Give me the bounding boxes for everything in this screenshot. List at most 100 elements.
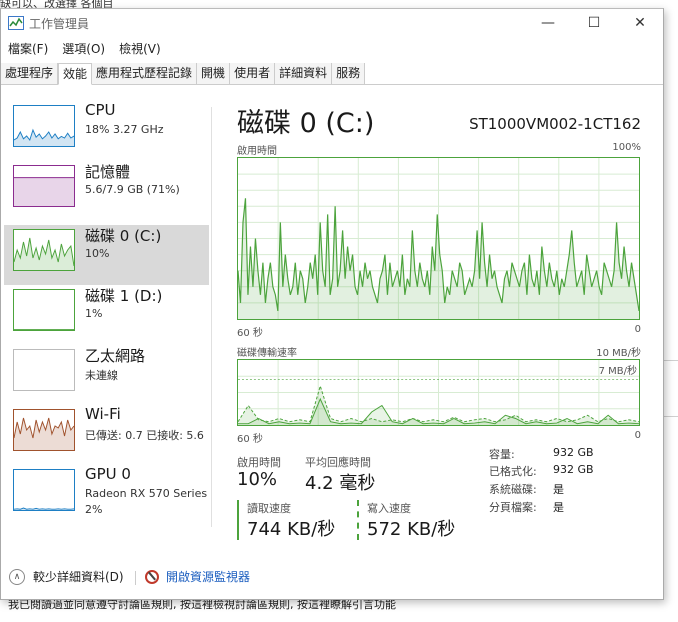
title-bar[interactable]: 工作管理員 — ☐ ✕: [1, 9, 663, 37]
resource-item-cpu[interactable]: CPU 18% 3.27 GHz: [4, 101, 209, 161]
tab-app-history[interactable]: 應用程式歷程記錄: [92, 63, 198, 84]
resource-detail: 未連線: [85, 369, 118, 382]
resource-name: CPU: [85, 101, 116, 119]
active-time-stat-value: 10%: [237, 469, 278, 490]
resource-detail: 10%: [85, 247, 110, 260]
resource-item-disk-0[interactable]: 磁碟 0 (C:) 10%: [4, 225, 209, 285]
minimize-icon: —: [541, 15, 555, 31]
memory-thumbnail-graph: [13, 165, 75, 207]
capacity-value: 932 GB: [553, 446, 594, 459]
quote-help-link[interactable]: 按這裡瞭解引言功能: [297, 600, 396, 611]
avg-response-stat-label: 平均回應時間: [305, 456, 371, 469]
close-button[interactable]: ✕: [617, 9, 663, 37]
menu-bar: 檔案(F) 選項(O) 檢視(V): [1, 39, 168, 59]
menu-view[interactable]: 檢視(V): [112, 39, 168, 59]
resource-item-ethernet[interactable]: 乙太網路 未連線: [4, 345, 209, 405]
fewer-details-label: 較少詳細資料(D): [33, 570, 124, 584]
tab-startup[interactable]: 開機: [197, 63, 231, 84]
wifi-thumbnail-graph: [13, 409, 75, 451]
resource-name: 乙太網路: [85, 347, 146, 365]
resource-item-gpu[interactable]: GPU 0 Radeon RX 570 Series 2%: [4, 465, 209, 525]
resource-detail: 5.6/7.9 GB (71%): [85, 183, 180, 196]
resource-detail-usage: 2%: [85, 503, 103, 516]
resource-name: 記憶體: [85, 163, 131, 181]
resource-detail: 1%: [85, 307, 103, 320]
task-manager-window: 工作管理員 — ☐ ✕ 檔案(F) 選項(O) 檢視(V) 處理程序 效能 應用…: [0, 8, 664, 600]
active-time-caption: 啟用時間: [237, 146, 277, 157]
system-disk-value: 是: [553, 483, 564, 496]
active-time-graph: [237, 157, 640, 320]
resource-item-disk-1[interactable]: 磁碟 1 (D:) 1%: [4, 285, 209, 345]
tab-users[interactable]: 使用者: [230, 63, 276, 84]
transfer-rate-max-label: 10 MB/秒: [596, 348, 641, 359]
menu-file[interactable]: 檔案(F): [1, 39, 55, 59]
resource-name: GPU 0: [85, 465, 131, 483]
active-time-stat-label: 啟用時間: [237, 456, 281, 469]
system-disk-label: 系統磁碟:: [489, 483, 537, 496]
capacity-label: 容量:: [489, 448, 515, 461]
resource-detail: 已傳送: 0.7 已接收: 5.6: [85, 429, 204, 442]
tab-bar: 處理程序 效能 應用程式歷程記錄 開機 使用者 詳細資料 服務: [1, 63, 663, 85]
page-file-value: 是: [553, 501, 564, 514]
window-title: 工作管理員: [29, 17, 90, 31]
write-speed-value: 572 KB/秒: [367, 519, 456, 540]
disk-1-thumbnail-graph: [13, 289, 75, 331]
page-file-label: 分頁檔案:: [489, 501, 537, 514]
menu-options[interactable]: 選項(O): [55, 39, 112, 59]
background-divider: [664, 416, 678, 417]
active-time-max-label: 100%: [612, 142, 641, 153]
maximize-button[interactable]: ☐: [571, 9, 617, 37]
resource-detail: Radeon RX 570 Series: [85, 487, 208, 500]
thumbnail-series-area: [14, 177, 74, 206]
fewer-details-button[interactable]: ∧ 較少詳細資料(D): [9, 568, 124, 585]
read-speed-box: 讀取速度 744 KB/秒: [237, 500, 347, 540]
maximize-icon: ☐: [587, 15, 601, 31]
tab-performance[interactable]: 效能: [58, 63, 93, 85]
transfer-rate-axis-start: 60 秒: [237, 434, 263, 445]
open-resource-monitor-label: 開啟資源監視器: [166, 570, 251, 584]
read-speed-value: 744 KB/秒: [247, 519, 336, 540]
formatted-label: 已格式化:: [489, 465, 537, 478]
resource-detail: 18% 3.27 GHz: [85, 123, 164, 136]
background-text-top: 缺可以、改選擇 各個目: [0, 0, 114, 8]
resource-name: 磁碟 1 (D:): [85, 287, 163, 305]
forum-rules-agreement-text: 我已閱讀過並同意遵守討論區規則,: [8, 600, 177, 611]
open-resource-monitor-link[interactable]: 開啟資源監視器: [145, 568, 250, 585]
resource-item-wifi[interactable]: Wi-Fi 已傳送: 0.7 已接收: 5.6: [4, 405, 209, 465]
write-speed-box: 寫入速度 572 KB/秒: [357, 500, 467, 540]
footer-separator: [135, 571, 136, 585]
transfer-rate-mid-label: 7 MB/秒: [598, 366, 637, 377]
resource-monitor-icon: [145, 569, 159, 584]
formatted-value: 932 GB: [553, 463, 594, 476]
forum-rules-link[interactable]: 按這裡檢視討論區規則,: [180, 600, 294, 611]
write-speed-label: 寫入速度: [367, 502, 411, 515]
gpu-thumbnail-graph: [13, 469, 75, 511]
cpu-thumbnail-graph: [13, 105, 75, 147]
panel-divider: [211, 107, 212, 527]
transfer-rate-caption: 磁碟傳輸速率: [237, 348, 297, 359]
resource-list: CPU 18% 3.27 GHz 記憶體 5.6/7.9 GB (71%) 磁碟…: [1, 101, 211, 531]
transfer-rate-axis-end: 0: [634, 430, 641, 441]
disk-title: 磁碟 0 (C:): [237, 108, 375, 139]
active-time-axis-start: 60 秒: [237, 328, 263, 339]
resource-item-memory[interactable]: 記憶體 5.6/7.9 GB (71%): [4, 161, 209, 221]
tab-processes[interactable]: 處理程序: [1, 63, 59, 84]
close-icon: ✕: [634, 15, 646, 31]
active-time-axis-end: 0: [634, 324, 641, 335]
transfer-rate-graph: [237, 359, 640, 426]
chevron-up-icon: ∧: [9, 568, 25, 585]
avg-response-stat-value: 4.2 毫秒: [305, 473, 376, 494]
read-speed-label: 讀取速度: [247, 502, 291, 515]
ethernet-thumbnail-graph: [13, 349, 75, 391]
resource-name: 磁碟 0 (C:): [85, 227, 162, 245]
resource-name: Wi-Fi: [85, 405, 121, 423]
tab-services[interactable]: 服務: [332, 63, 366, 84]
disk-0-thumbnail-graph: [13, 229, 75, 271]
minimize-button[interactable]: —: [525, 9, 571, 37]
footer-bar: ∧ 較少詳細資料(D) 開啟資源監視器: [1, 559, 663, 599]
background-divider: [664, 360, 678, 361]
background-forum-notice: 我已閱讀過並同意遵守討論區規則, 按這裡檢視討論區規則, 按這裡瞭解引言功能: [0, 600, 678, 622]
disk-model: ST1000VM002-1CT162: [469, 115, 641, 133]
tab-details[interactable]: 詳細資料: [275, 63, 333, 84]
task-manager-app-icon: [8, 16, 24, 30]
